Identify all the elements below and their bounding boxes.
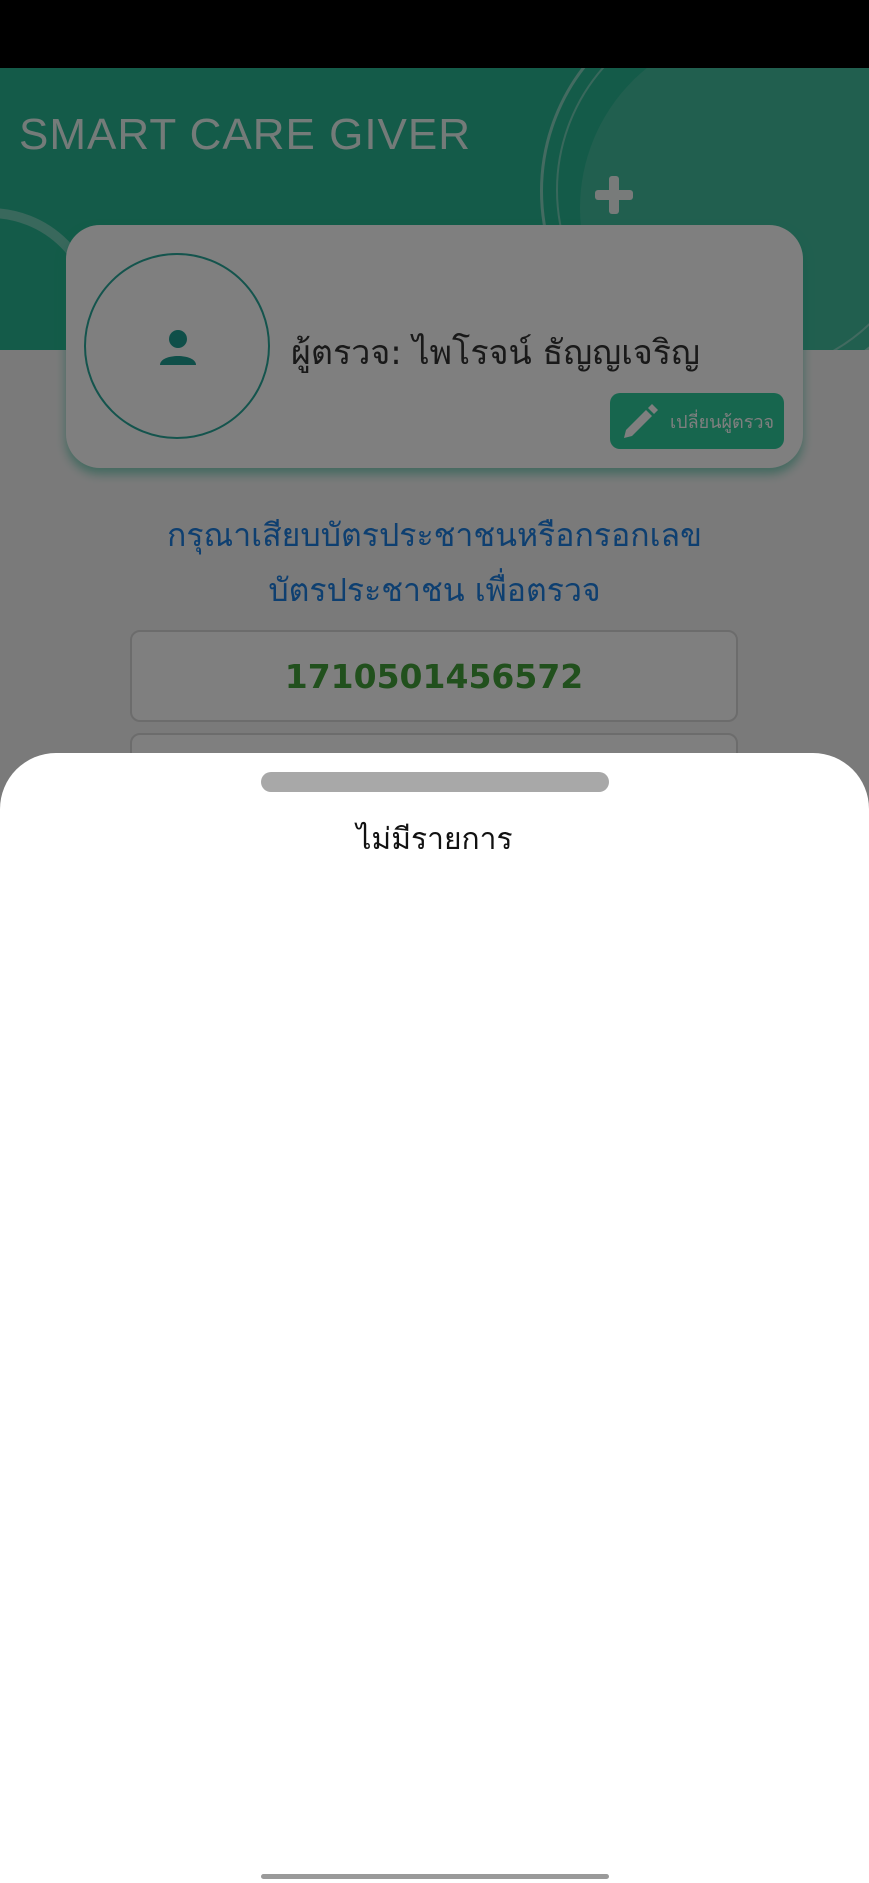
sheet-drag-handle[interactable] — [261, 772, 609, 792]
empty-state-text: ไม่มีรายการ — [356, 822, 513, 857]
home-indicator[interactable] — [261, 1874, 609, 1879]
status-bar — [0, 0, 869, 68]
bottom-sheet: ไม่มีรายการ — [0, 753, 869, 1883]
